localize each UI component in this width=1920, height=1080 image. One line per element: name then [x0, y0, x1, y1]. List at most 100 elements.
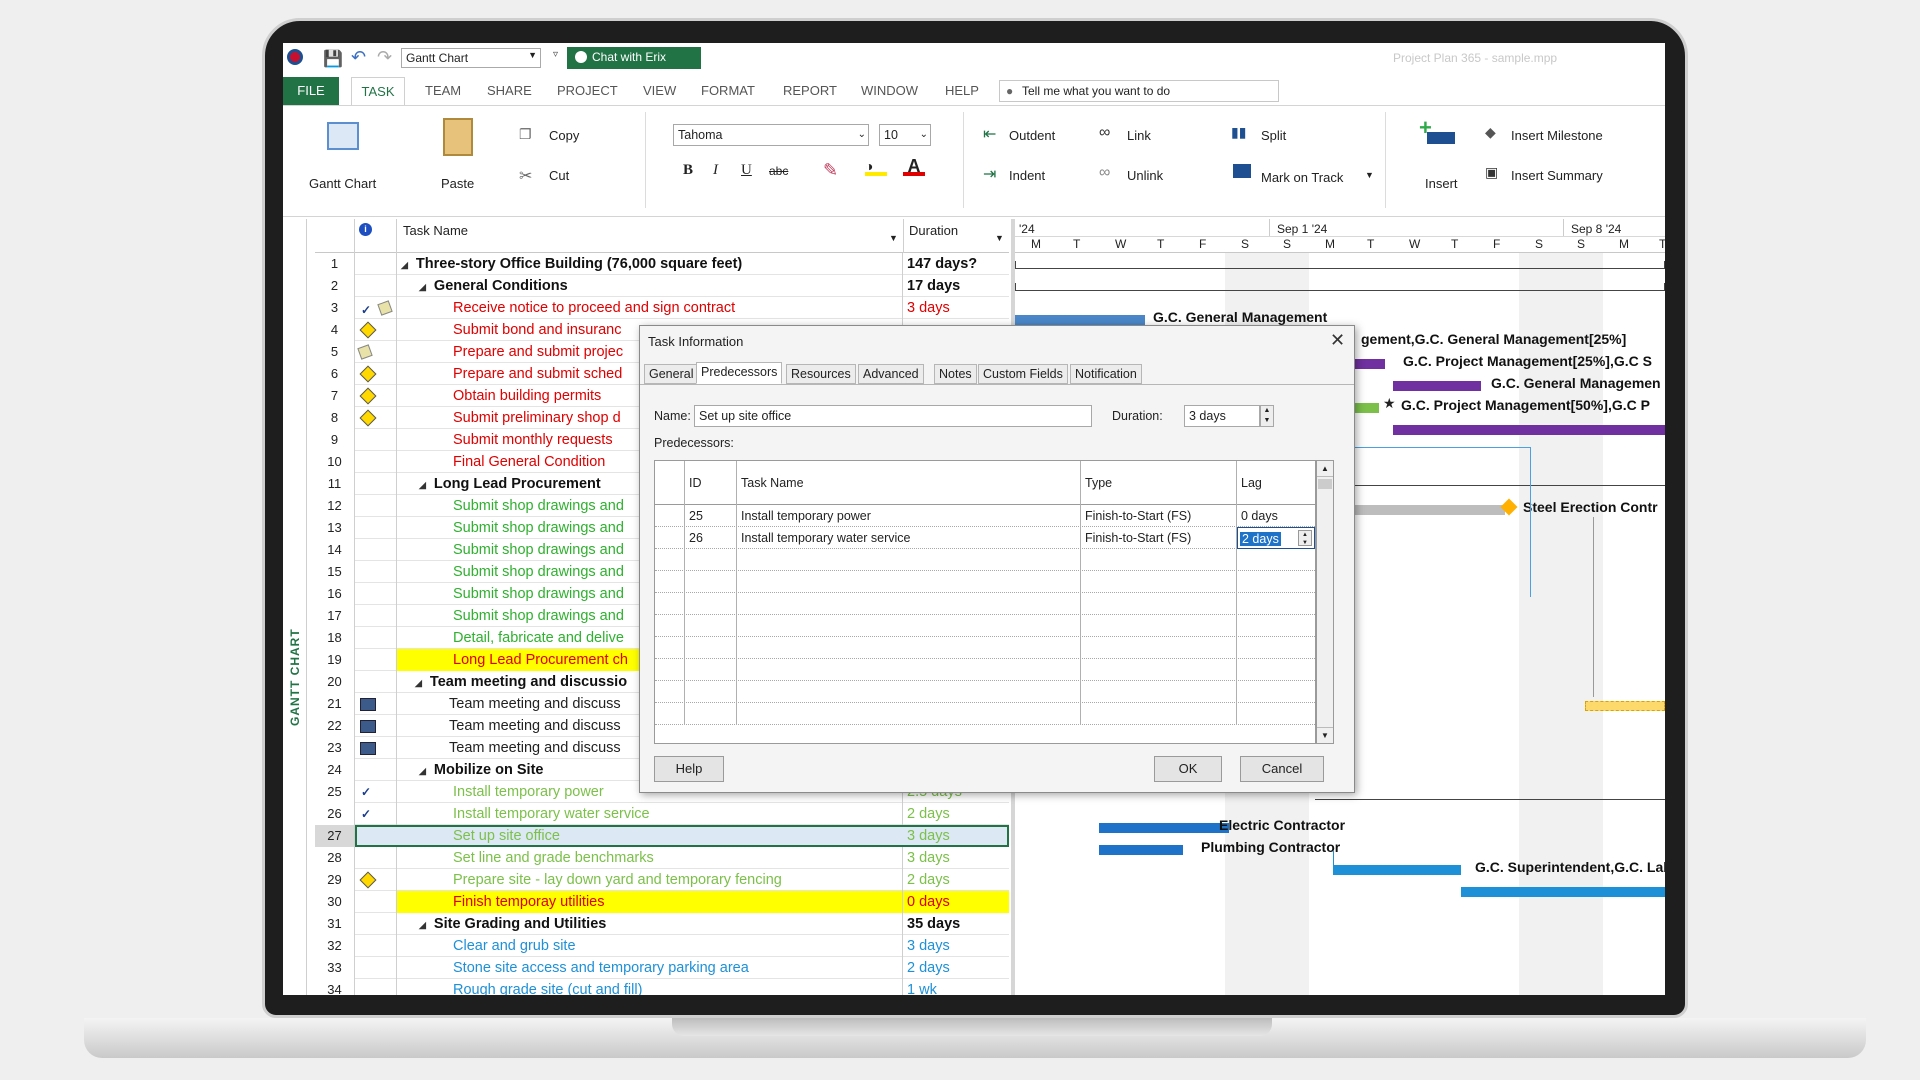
empty-row[interactable]	[655, 593, 1315, 615]
empty-row[interactable]	[655, 659, 1315, 681]
tab-resources[interactable]: Resources	[786, 364, 856, 384]
tab-format[interactable]: FORMAT	[701, 83, 755, 98]
table-row[interactable]: 3 ✓ Receive notice to proceed and sign con…	[315, 297, 1009, 319]
task-bar[interactable]	[1393, 425, 1665, 435]
insert-button[interactable]: Insert	[1425, 176, 1458, 191]
mark-on-track-button[interactable]: Mark on Track	[1261, 170, 1343, 185]
tab-advanced[interactable]: Advanced	[858, 364, 924, 384]
font-size-combo[interactable]: 10 ⌄	[879, 124, 931, 146]
predecessor-id[interactable]: 25	[685, 505, 737, 527]
customize-qat-icon[interactable]: ▿	[553, 49, 558, 60]
chevron-down-icon[interactable]: ▼	[995, 233, 1004, 243]
collapse-icon[interactable]: ◢	[401, 254, 408, 275]
duration-stepper[interactable]: ▲ ▼	[1260, 405, 1274, 427]
predecessor-type[interactable]: Finish-to-Start (FS)	[1081, 527, 1237, 549]
empty-row[interactable]	[655, 637, 1315, 659]
predecessor-type[interactable]: Finish-to-Start (FS)	[1081, 505, 1237, 527]
table-row[interactable]: 26 ✓ Install temporary water service 2 days	[315, 803, 1009, 825]
save-icon[interactable]: 💾	[323, 49, 343, 69]
tab-project[interactable]: PROJECT	[557, 83, 618, 98]
clear-format-icon[interactable]: ✎	[823, 160, 838, 181]
table-row[interactable]: 32 Clear and grub site 3 days	[315, 935, 1009, 957]
tab-task[interactable]: TASK	[351, 77, 405, 106]
tab-team[interactable]: TEAM	[425, 83, 461, 98]
cancel-button[interactable]: Cancel	[1240, 756, 1324, 782]
highlight-color-icon[interactable]: ◑	[865, 158, 887, 176]
gantt-chart-button[interactable]: Gantt Chart	[309, 176, 376, 191]
outdent-button[interactable]: Outdent	[1009, 128, 1055, 143]
tab-view[interactable]: VIEW	[643, 83, 676, 98]
chat-button[interactable]: Chat with Erix	[567, 47, 701, 69]
font-name-combo[interactable]: Tahoma ⌄	[673, 124, 869, 146]
tab-notes[interactable]: Notes	[934, 364, 977, 384]
task-bar[interactable]	[1099, 845, 1183, 855]
predecessor-name[interactable]: Install temporary power	[737, 505, 1081, 527]
tab-file[interactable]: FILE	[283, 77, 339, 105]
tell-me-input[interactable]: ● Tell me what you want to do	[999, 80, 1279, 102]
task-bar[interactable]	[1015, 315, 1145, 325]
row-selector[interactable]	[655, 527, 685, 549]
duration-header[interactable]: Duration	[909, 223, 958, 238]
collapse-icon[interactable]: ◢	[419, 276, 426, 297]
italic-button[interactable]: I	[713, 162, 718, 179]
paste-button[interactable]: Paste	[441, 176, 474, 191]
chevron-down-icon[interactable]: ▼	[1365, 170, 1374, 180]
table-row[interactable]: 34 Rough grade site (cut and fill) 1 wk	[315, 979, 1009, 995]
duration-field[interactable]: 3 days	[1184, 405, 1260, 427]
scroll-down-icon[interactable]: ▼	[1317, 727, 1333, 743]
table-row[interactable]: 33 Stone site access and temporary parkin…	[315, 957, 1009, 979]
split-button[interactable]: Split	[1261, 128, 1286, 143]
task-bar[interactable]	[1099, 823, 1229, 833]
empty-row[interactable]	[655, 615, 1315, 637]
table-row[interactable]: 28 Set line and grade benchmarks 3 days	[315, 847, 1009, 869]
table-row-selected[interactable]: 27 Set up site office 3 days	[315, 825, 1009, 847]
table-row[interactable]: 31 ◢ Site Grading and Utilities 35 days	[315, 913, 1009, 935]
indent-button[interactable]: Indent	[1009, 168, 1045, 183]
copy-button[interactable]: Copy	[549, 128, 579, 143]
table-row[interactable]: 2 ◢ General Conditions 17 days	[315, 275, 1009, 297]
empty-row[interactable]	[655, 571, 1315, 593]
lag-stepper[interactable]: ▲ ▼	[1298, 530, 1312, 546]
task-name-header[interactable]: Task Name	[403, 223, 468, 238]
predecessor-row[interactable]: 26 Install temporary water service Finis…	[655, 527, 1315, 549]
tab-custom-fields[interactable]: Custom Fields	[978, 364, 1068, 384]
tab-general[interactable]: General	[644, 364, 699, 384]
select-all-cell[interactable]	[315, 219, 355, 253]
predecessor-id[interactable]: 26	[685, 527, 737, 549]
task-bar[interactable]	[1461, 887, 1665, 897]
predecessor-lag[interactable]: 0 days	[1237, 505, 1315, 527]
row-selector[interactable]	[655, 505, 685, 527]
collapse-icon[interactable]: ◢	[419, 760, 426, 781]
scroll-thumb[interactable]	[1318, 479, 1332, 489]
table-row[interactable]: 30 Finish temporay utilities 0 days	[315, 891, 1009, 913]
summary-bar[interactable]	[1015, 283, 1665, 291]
collapse-icon[interactable]: ◢	[419, 914, 426, 935]
tab-help[interactable]: HELP	[945, 83, 979, 98]
tab-notification[interactable]: Notification	[1070, 364, 1142, 384]
lag-editor[interactable]: 2 days ▲ ▼	[1237, 527, 1315, 549]
predecessor-row[interactable]: 25 Install temporary power Finish-to-Sta…	[655, 505, 1315, 527]
tab-report[interactable]: REPORT	[783, 83, 837, 98]
help-button[interactable]: Help	[654, 756, 724, 782]
collapse-icon[interactable]: ◢	[415, 672, 422, 693]
table-row[interactable]: 29 Prepare site - lay down yard and tempo…	[315, 869, 1009, 891]
task-bar[interactable]	[1585, 701, 1665, 711]
tab-window[interactable]: WINDOW	[861, 83, 918, 98]
undo-icon[interactable]: ↶	[351, 47, 366, 68]
task-bar[interactable]	[1333, 865, 1461, 875]
ok-button[interactable]: OK	[1154, 756, 1222, 782]
link-button[interactable]: Link	[1127, 128, 1151, 143]
font-color-icon[interactable]: A	[903, 156, 925, 176]
scroll-up-icon[interactable]: ▲	[1317, 461, 1333, 477]
chevron-down-icon[interactable]: ▼	[889, 233, 898, 243]
scrollbar[interactable]: ▲ ▼	[1316, 460, 1334, 744]
empty-row[interactable]	[655, 681, 1315, 703]
insert-milestone-button[interactable]: Insert Milestone	[1511, 128, 1603, 143]
empty-row[interactable]	[655, 703, 1315, 725]
redo-icon[interactable]: ↷	[377, 47, 392, 68]
close-icon[interactable]: ✕	[1330, 330, 1345, 351]
collapse-icon[interactable]: ◢	[419, 474, 426, 495]
view-combo[interactable]: Gantt Chart ▼	[401, 48, 541, 68]
lag-editor-value[interactable]: 2 days	[1240, 532, 1281, 546]
name-field[interactable]: Set up site office	[694, 405, 1092, 427]
